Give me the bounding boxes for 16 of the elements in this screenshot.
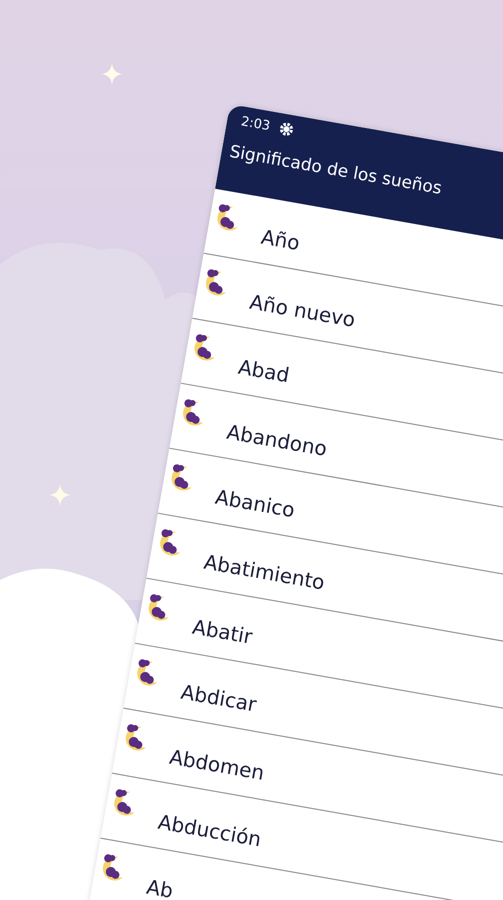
gear-icon	[278, 121, 295, 138]
item-label[interactable]: Abatir	[190, 616, 254, 649]
item-label[interactable]: Abad	[236, 356, 291, 388]
item-label[interactable]: Abdomen	[168, 746, 266, 785]
item-label[interactable]: Abdicar	[179, 680, 258, 716]
sparkle-icon	[101, 63, 123, 85]
status-time: 2:03	[240, 114, 272, 134]
item-label[interactable]: Abanico	[214, 486, 296, 522]
sparkle-icon	[49, 484, 71, 506]
item-label[interactable]: Año	[259, 226, 302, 255]
app-title: Significado de los sueños	[228, 140, 444, 200]
item-label[interactable]: Abatimiento	[202, 550, 326, 594]
item-label[interactable]: Año nuevo	[248, 290, 357, 332]
item-label[interactable]: Ab	[144, 876, 175, 900]
item-label[interactable]: Abandono	[225, 420, 329, 461]
item-label[interactable]: Abducción	[156, 810, 263, 852]
